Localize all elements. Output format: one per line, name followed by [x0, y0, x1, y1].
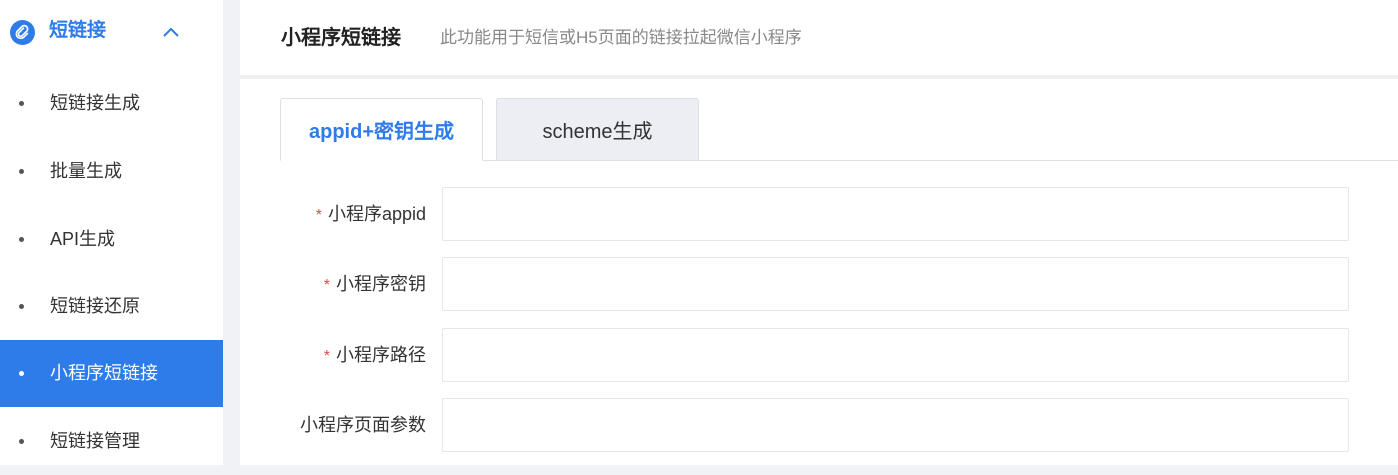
field-label-text: 小程序appid: [327, 204, 426, 224]
field-label-query: 小程序页面参数: [300, 412, 426, 438]
menu-group-title: 短链接: [49, 20, 107, 41]
bullet-icon: [19, 371, 24, 376]
required-mark: *: [315, 207, 322, 224]
page-title: 小程序短链接: [281, 27, 401, 49]
required-mark: *: [323, 348, 330, 365]
appid-input[interactable]: [442, 187, 1349, 241]
sidebar-item-label: 短链接生成: [50, 93, 140, 113]
sidebar-item-short-link-restore[interactable]: 短链接还原: [0, 273, 223, 340]
bullet-icon: [19, 439, 24, 444]
sidebar: 短链接 短链接生成 批量生成 API生成 短链接还原 小程序短链接 短链接管理: [0, 0, 223, 465]
tab-appid-secret[interactable]: appid+密钥生成: [280, 98, 483, 161]
path-input[interactable]: [442, 328, 1349, 382]
bullet-icon: [19, 237, 24, 242]
page-description: 此功能用于短信或H5页面的链接拉起微信小程序: [440, 28, 802, 47]
tab-scheme[interactable]: scheme生成: [496, 98, 699, 161]
query-input[interactable]: [442, 398, 1349, 452]
chevron-up-icon[interactable]: [160, 22, 182, 42]
form-row-appid: * 小程序appid: [240, 187, 1398, 241]
bullet-icon: [19, 169, 24, 174]
secret-input[interactable]: [442, 257, 1349, 311]
sidebar-item-label: 短链接管理: [50, 431, 140, 451]
sidebar-item-short-link-generate[interactable]: 短链接生成: [0, 70, 223, 137]
link-icon: [10, 20, 35, 45]
header-divider: [240, 75, 1398, 79]
sidebar-item-miniprogram-short-link[interactable]: 小程序短链接: [0, 340, 223, 407]
form-row-query: 小程序页面参数: [240, 398, 1398, 452]
layout-gutter: [223, 0, 240, 465]
sidebar-item-label: 短链接还原: [50, 296, 140, 316]
bullet-icon: [19, 101, 24, 106]
sidebar-item-label: 批量生成: [50, 161, 122, 181]
field-label-appid: * 小程序appid: [316, 201, 426, 229]
field-label-text: 小程序页面参数: [300, 415, 426, 435]
menu-group-short-link[interactable]: 短链接: [0, 0, 223, 64]
field-label-secret: * 小程序密钥: [324, 271, 426, 299]
sidebar-item-batch-generate[interactable]: 批量生成: [0, 138, 223, 205]
page-header: 小程序短链接 此功能用于短信或H5页面的链接拉起微信小程序: [240, 0, 1398, 75]
form-row-path: * 小程序路径: [240, 328, 1398, 382]
field-label-path: * 小程序路径: [324, 342, 426, 370]
field-label-text: 小程序密钥: [336, 274, 426, 294]
sidebar-item-api-generate[interactable]: API生成: [0, 206, 223, 273]
form-row-secret: * 小程序密钥: [240, 257, 1398, 311]
bullet-icon: [19, 304, 24, 309]
sidebar-item-label: 小程序短链接: [50, 363, 158, 383]
sidebar-item-label: API生成: [50, 229, 116, 249]
required-mark: *: [323, 277, 330, 294]
main-content: 小程序短链接 此功能用于短信或H5页面的链接拉起微信小程序 appid+密钥生成…: [240, 0, 1398, 465]
field-label-text: 小程序路径: [336, 345, 426, 365]
